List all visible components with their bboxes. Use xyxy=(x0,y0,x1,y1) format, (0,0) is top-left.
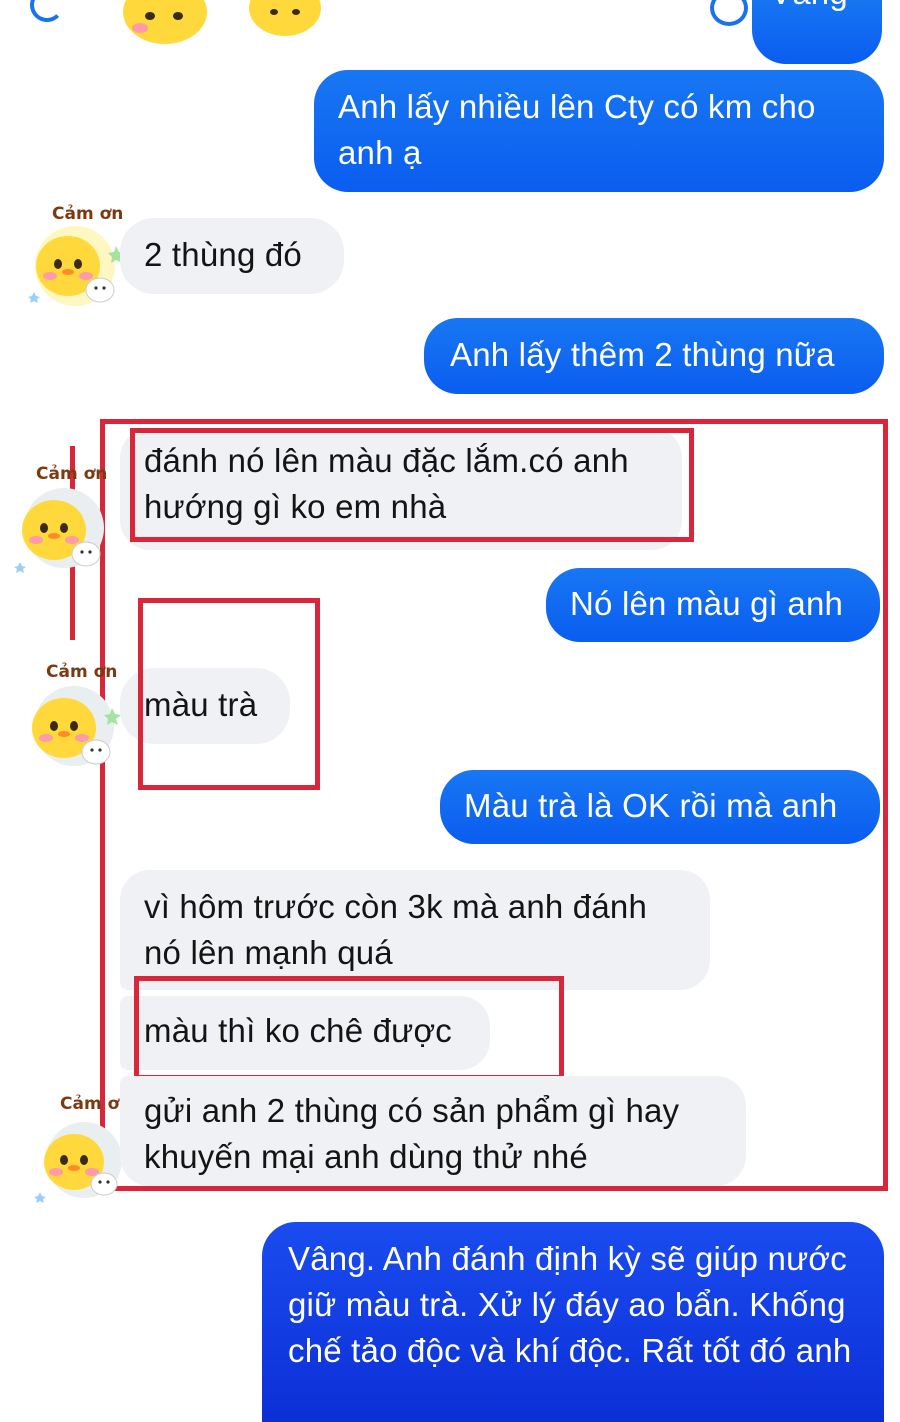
message-text: gửi anh 2 thùng có sản phẩm gì hay khuyế… xyxy=(144,1092,680,1175)
message-bubble-outgoing[interactable]: Vâng xyxy=(752,0,882,64)
highlight-box xyxy=(138,598,320,790)
message-text: Anh lấy nhiều lên Cty có km cho anh ạ xyxy=(338,88,816,171)
message-bubble-incoming[interactable]: gửi anh 2 thùng có sản phẩm gì hay khuyế… xyxy=(120,1076,746,1186)
message-bubble-outgoing[interactable]: Vâng. Anh đánh định kỳ sẽ giúp nước giữ … xyxy=(262,1222,884,1422)
message-text: Anh lấy thêm 2 thùng nữa xyxy=(450,336,835,373)
message-text: Vâng. Anh đánh định kỳ sẽ giúp nước giữ … xyxy=(288,1240,852,1369)
highlight-box xyxy=(134,976,564,1080)
highlight-box xyxy=(130,428,694,542)
contact-avatar[interactable]: Cảm ơn xyxy=(6,464,116,576)
message-bubble-incoming[interactable]: 2 thùng đó xyxy=(120,218,344,294)
message-text: vì hôm trước còn 3k mà anh đánh nó lên m… xyxy=(144,888,648,971)
message-bubble-outgoing[interactable]: Nó lên màu gì anh xyxy=(546,568,880,642)
message-bubble-incoming[interactable]: vì hôm trước còn 3k mà anh đánh nó lên m… xyxy=(120,870,710,990)
contact-avatar[interactable]: Cảm ơn xyxy=(20,204,130,314)
message-bubble-outgoing[interactable]: Anh lấy nhiều lên Cty có km cho anh ạ xyxy=(314,70,884,192)
message-text: Màu trà là OK rồi mà anh xyxy=(464,787,838,824)
chick-sticker-icon xyxy=(32,686,121,766)
message-text: Vâng xyxy=(770,0,848,11)
chick-sticker-icon xyxy=(123,0,207,44)
message-text: 2 thùng đó xyxy=(144,236,302,273)
chick-sticker-icon xyxy=(14,488,104,573)
message-bubble-outgoing[interactable]: Màu trà là OK rồi mà anh xyxy=(440,770,880,844)
message-bubble-outgoing[interactable]: Anh lấy thêm 2 thùng nữa xyxy=(424,318,884,394)
call-icon[interactable] xyxy=(710,0,748,26)
chick-sticker-icon xyxy=(28,226,125,306)
contact-avatar[interactable]: Cảm ơn xyxy=(16,662,126,774)
back-icon[interactable] xyxy=(30,0,64,22)
chick-sticker-icon xyxy=(249,0,321,36)
message-text: Nó lên màu gì anh xyxy=(570,585,844,622)
